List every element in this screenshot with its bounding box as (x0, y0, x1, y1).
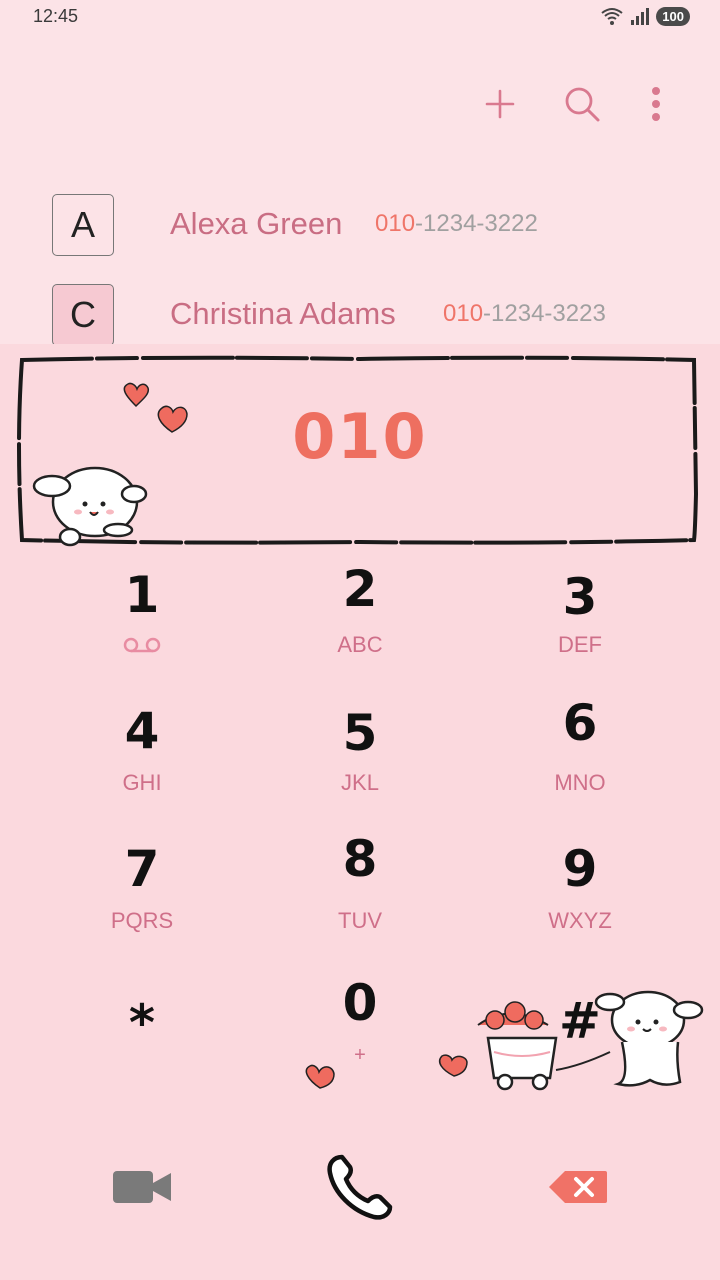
call-button[interactable] (315, 1150, 405, 1224)
more-options-button[interactable] (634, 82, 678, 126)
contact-name: Christina Adams (170, 296, 396, 331)
plus-icon (485, 89, 515, 119)
status-icons: 100 (600, 6, 690, 26)
key-digit: 6 (562, 694, 598, 752)
search-button[interactable] (560, 82, 604, 126)
number-rest: -1234-3223 (483, 300, 606, 327)
backspace-icon (549, 1171, 607, 1203)
more-vert-icon (652, 87, 660, 121)
key-letters: TUV (338, 908, 382, 933)
status-bar: 12:45 100 (0, 0, 720, 34)
search-icon (565, 87, 600, 122)
puppy-cart-illustration (305, 990, 704, 1091)
key-3[interactable]: 3 DEF (460, 560, 700, 690)
contact-name: Alexa Green (170, 206, 343, 241)
contact-number: 010-1234-3222 (375, 210, 538, 238)
signal-icon (631, 8, 650, 25)
key-letters: PQRS (110, 908, 174, 933)
contact-letter-avatar: A (52, 194, 114, 256)
key-digit: 8 (342, 830, 378, 888)
key-star[interactable]: * (22, 974, 262, 1104)
key-8[interactable]: 8 TUV (240, 830, 480, 966)
key-6[interactable]: 6 MNO (460, 694, 700, 828)
key-4[interactable]: 4 GHI (22, 698, 262, 828)
key-digit: 4 (124, 702, 160, 760)
key-digit: 1 (124, 566, 160, 624)
heart-icon (438, 1054, 468, 1077)
key-7[interactable]: 7 PQRS (22, 836, 262, 966)
status-time: 12:45 (33, 6, 79, 26)
key-letters: JKL (341, 770, 379, 795)
puppy-icon (32, 466, 148, 547)
wifi-icon (601, 8, 623, 25)
backspace-button[interactable] (533, 1150, 623, 1224)
video-camera-icon (113, 1171, 171, 1203)
key-letters: DEF (558, 632, 602, 657)
cart-icon (477, 1001, 611, 1091)
key-digit: 5 (342, 704, 378, 762)
phone-icon (327, 1154, 393, 1220)
contact-row-alexa[interactable]: A Alexa Green 010-1234-3222 (0, 194, 720, 274)
voicemail-icon (123, 637, 161, 653)
key-letters: ABC (337, 632, 383, 657)
key-digit: 7 (124, 840, 160, 898)
key-digit: * (128, 994, 156, 1052)
key-2[interactable]: 2 ABC (240, 560, 480, 690)
contact-letter-avatar: C (52, 284, 114, 344)
key-letters: WXYZ (548, 908, 612, 933)
key-letters: MNO (554, 770, 606, 795)
heart-icon (305, 1064, 335, 1089)
number-match: 010 (375, 210, 416, 237)
video-call-button[interactable] (97, 1150, 187, 1224)
key-digit: 2 (342, 560, 378, 618)
number-match: 010 (443, 300, 484, 327)
contact-number: 010-1234-3223 (443, 300, 606, 328)
dialed-number-display[interactable]: 010 (0, 400, 720, 473)
number-rest: -1234-3222 (415, 210, 538, 237)
puppy-icon (594, 990, 704, 1087)
key-letters: GHI (122, 770, 162, 795)
add-contact-button[interactable] (478, 82, 522, 126)
key-9[interactable]: 9 WXYZ (460, 836, 700, 966)
key-digit: 3 (562, 568, 598, 626)
battery-indicator: 100 (656, 6, 690, 26)
key-5[interactable]: 5 JKL (240, 698, 480, 828)
key-1[interactable]: 1 (22, 560, 262, 690)
key-digit: 9 (562, 840, 598, 898)
contact-row-christina[interactable]: C Christina Adams 010-1234-3223 (0, 284, 720, 344)
